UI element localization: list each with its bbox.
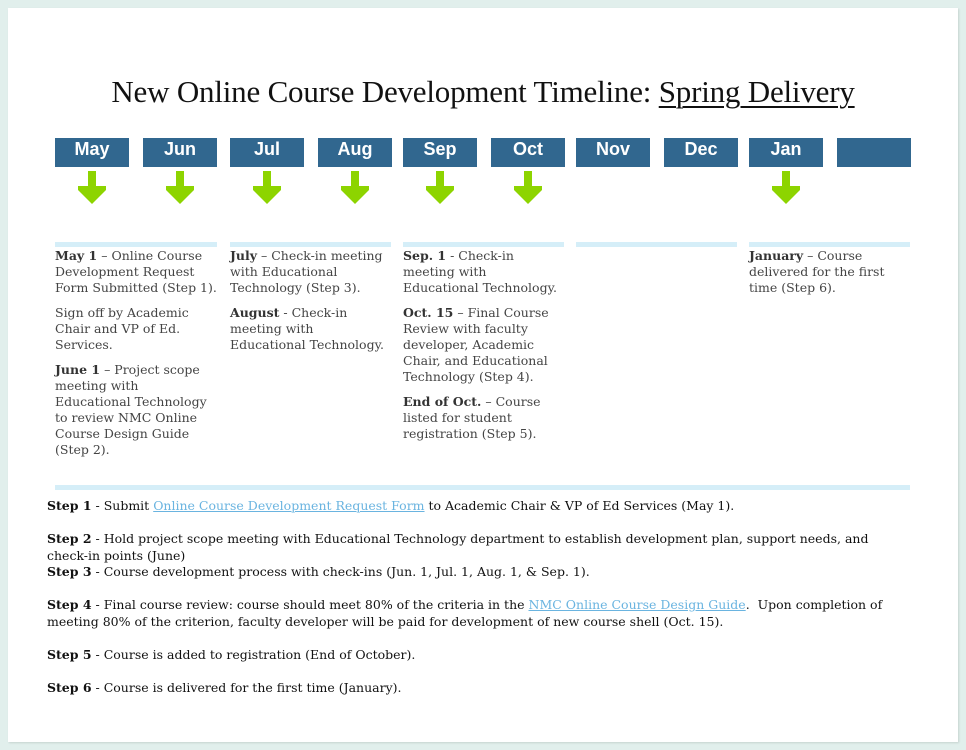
column-jan: January – Course delivered for the first… xyxy=(749,248,911,305)
page-title: New Online Course Development Timeline: … xyxy=(0,74,966,110)
entry-date: Sep. 1 xyxy=(403,248,447,263)
down-arrow-icon xyxy=(514,171,542,204)
column-rule-sep-oct xyxy=(403,242,564,247)
timeline-entry: August - Check-in meeting with Education… xyxy=(230,305,392,353)
entry-date: June 1 xyxy=(55,362,101,377)
timeline-entry: End of Oct. – Course listed for student … xyxy=(403,394,565,442)
timeline-entry: June 1 – Project scope meeting with Educ… xyxy=(55,362,217,458)
steps-divider xyxy=(55,485,910,490)
column-rule-nov-dec xyxy=(576,242,737,247)
down-arrow-icon xyxy=(341,171,369,204)
column-rule-may-jun xyxy=(55,242,217,247)
month-jun: Jun xyxy=(143,138,217,167)
timeline-entry: Sep. 1 - Check-in meeting with Education… xyxy=(403,248,565,296)
column-jul-aug: July – Check-in meeting with Educational… xyxy=(230,248,392,362)
month-sep: Sep xyxy=(403,138,477,167)
title-prefix: New Online Course Development Timeline: xyxy=(111,74,659,109)
entry-date: End of Oct. xyxy=(403,394,482,409)
timeline-entry: January – Course delivered for the first… xyxy=(749,248,911,296)
step-2: Step 2 - Hold project scope meeting with… xyxy=(47,531,907,564)
entry-text: Sign off by Academic Chair and VP of Ed.… xyxy=(55,305,189,352)
step-label: Step 4 xyxy=(47,597,92,612)
entry-date: August xyxy=(230,305,280,320)
step-3: Step 3 - Course development process with… xyxy=(47,564,907,581)
steps-list: Step 1 - Submit Online Course Developmen… xyxy=(47,498,907,696)
down-arrow-icon xyxy=(166,171,194,204)
step-label: Step 3 xyxy=(47,564,92,579)
down-arrow-icon xyxy=(253,171,281,204)
month-oct: Oct xyxy=(491,138,565,167)
step-label: Step 5 xyxy=(47,646,92,662)
step-text: - Course is added to registration (End o… xyxy=(91,646,416,662)
step-text: - Course development process with check-… xyxy=(91,564,590,579)
entry-date: May 1 xyxy=(55,248,98,263)
entry-date: July xyxy=(230,248,258,263)
timeline-entry: July – Check-in meeting with Educational… xyxy=(230,248,392,296)
title-emphasis: Spring Delivery xyxy=(658,74,855,109)
request-form-link[interactable]: Online Course Development Request Form xyxy=(153,498,424,513)
step-text: - Submit xyxy=(91,498,154,513)
step-4: Step 4 - Final course review: course sho… xyxy=(47,597,907,630)
column-rule-jul-aug xyxy=(230,242,391,247)
down-arrow-icon xyxy=(78,171,106,204)
month-blank xyxy=(837,138,911,167)
column-rule-jan xyxy=(749,242,910,247)
step-label: Step 6 xyxy=(47,679,92,695)
timeline-entry: Sign off by Academic Chair and VP of Ed.… xyxy=(55,305,217,353)
month-nov: Nov xyxy=(576,138,650,167)
month-jul: Jul xyxy=(230,138,304,167)
step-text: - Final course review: course should mee… xyxy=(91,597,529,612)
step-text: - Course is delivered for the first time… xyxy=(91,679,402,695)
column-may-jun: May 1 – Online Course Development Reques… xyxy=(55,248,217,467)
step-text: - Hold project scope meeting with Educat… xyxy=(47,531,869,563)
step-label: Step 2 xyxy=(47,531,92,546)
step-1: Step 1 - Submit Online Course Developmen… xyxy=(47,498,907,515)
step-5: Step 5 - Course is added to registration… xyxy=(47,647,907,664)
step-6: Step 6 - Course is delivered for the fir… xyxy=(47,680,907,697)
month-jan: Jan xyxy=(749,138,823,167)
design-guide-link[interactable]: NMC Online Course Design Guide xyxy=(529,597,746,612)
timeline-entry: Oct. 15 – Final Course Review with facul… xyxy=(403,305,565,385)
entry-date: January xyxy=(749,248,804,263)
month-aug: Aug xyxy=(318,138,392,167)
step-label: Step 1 xyxy=(47,498,92,513)
step-text: to Academic Chair & VP of Ed Services (M… xyxy=(424,498,735,513)
entry-date: Oct. 15 xyxy=(403,305,454,320)
column-sep-oct: Sep. 1 - Check-in meeting with Education… xyxy=(403,248,565,451)
month-may: May xyxy=(55,138,129,167)
timeline-entry: May 1 – Online Course Development Reques… xyxy=(55,248,217,296)
down-arrow-icon xyxy=(426,171,454,204)
down-arrow-icon xyxy=(772,171,800,204)
month-dec: Dec xyxy=(664,138,738,167)
